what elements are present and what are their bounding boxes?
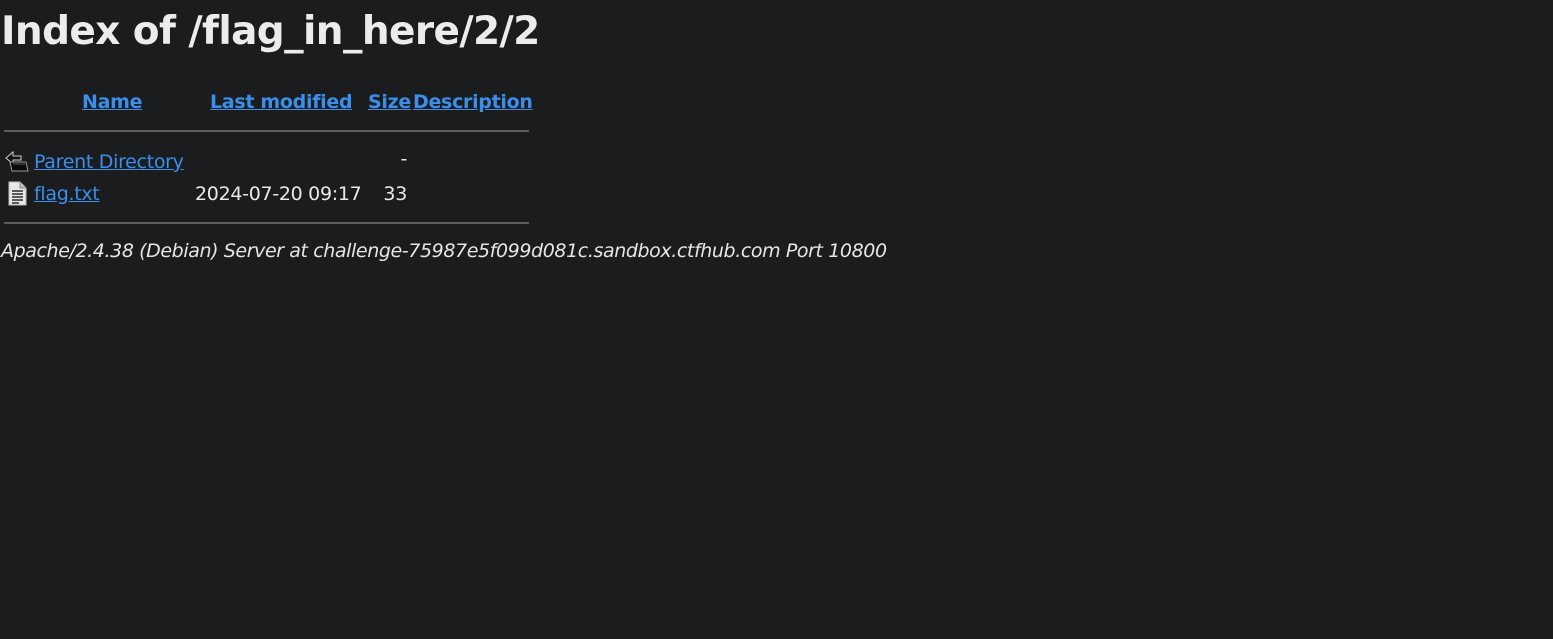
column-header-description[interactable]: Description	[413, 89, 533, 115]
footer-divider	[4, 222, 529, 224]
column-header-last-modified[interactable]: Last modified	[210, 89, 353, 115]
column-header-name[interactable]: Name	[82, 89, 143, 115]
size-cell: -	[400, 148, 407, 170]
header-divider	[4, 130, 529, 132]
page-title: Index of /flag_in_here/2/2	[1, 9, 540, 54]
size-cell: 33	[383, 183, 407, 205]
directory-listing-page: Index of /flag_in_here/2/2 Name Last mod…	[0, 0, 1553, 639]
server-signature: Apache/2.4.38 (Debian) Server at challen…	[1, 240, 887, 262]
last-modified-cell: 2024-07-20 09:17	[195, 183, 362, 205]
file-link-flag-txt[interactable]: flag.txt	[34, 181, 100, 207]
back-folder-icon	[4, 149, 30, 175]
column-header-size[interactable]: Size	[368, 89, 411, 115]
parent-directory-link[interactable]: Parent Directory	[34, 149, 184, 175]
text-file-icon	[4, 181, 30, 207]
